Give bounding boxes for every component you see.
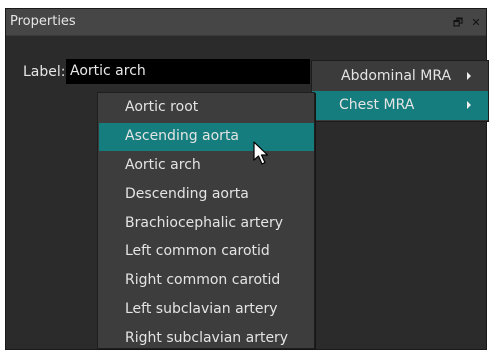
submenu-item-label: Left common carotid	[125, 243, 270, 259]
submenu-arrow-icon	[467, 72, 471, 80]
submenu-item-label: Right subclavian artery	[125, 330, 289, 346]
submenu-item-ascending-aorta[interactable]: Ascending aorta	[99, 123, 314, 151]
submenu-item-label: Brachiocephalic artery	[125, 215, 284, 231]
submenu-item-label: Aortic arch	[125, 157, 201, 173]
menu-item-chest-mra[interactable]: Chest MRA	[312, 91, 488, 120]
menu-item-label: Chest MRA	[339, 97, 415, 113]
close-icon[interactable]: ✕	[469, 16, 483, 29]
submenu-item-left-common-carotid[interactable]: Left common carotid	[99, 238, 314, 266]
submenu-item-right-common-carotid[interactable]: Right common carotid	[99, 267, 314, 295]
category-menu: Abdominal MRA Chest MRA	[311, 60, 489, 122]
submenu-item-label: Ascending aorta	[125, 128, 240, 144]
label-caption: Label:	[23, 64, 66, 80]
label-input[interactable]: Aortic arch	[66, 59, 310, 84]
panel-title: Properties	[10, 14, 76, 29]
submenu-item-right-subclavian-artery[interactable]: Right subclavian artery	[99, 325, 314, 353]
chest-mra-submenu: Aortic root Ascending aorta Aortic arch …	[97, 92, 315, 349]
submenu-item-label: Aortic root	[125, 99, 199, 115]
submenu-item-aortic-root[interactable]: Aortic root	[99, 94, 314, 122]
menu-item-label: Abdominal MRA	[341, 68, 452, 84]
submenu-item-descending-aorta[interactable]: Descending aorta	[99, 181, 314, 209]
menu-item-abdominal-mra[interactable]: Abdominal MRA	[312, 62, 488, 91]
submenu-item-label: Right common carotid	[125, 272, 281, 288]
submenu-arrow-icon	[467, 101, 471, 109]
submenu-item-left-subclavian-artery[interactable]: Left subclavian artery	[99, 296, 314, 324]
submenu-item-brachiocephalic-artery[interactable]: Brachiocephalic artery	[99, 210, 314, 238]
submenu-item-label: Left subclavian artery	[125, 301, 278, 317]
float-window-icon[interactable]: 🗗	[451, 16, 465, 29]
panel-titlebar[interactable]: Properties 🗗 ✕	[6, 9, 486, 36]
submenu-item-label: Descending aorta	[125, 186, 249, 202]
mouse-pointer-icon	[253, 141, 269, 165]
submenu-item-aortic-arch[interactable]: Aortic arch	[99, 152, 314, 180]
